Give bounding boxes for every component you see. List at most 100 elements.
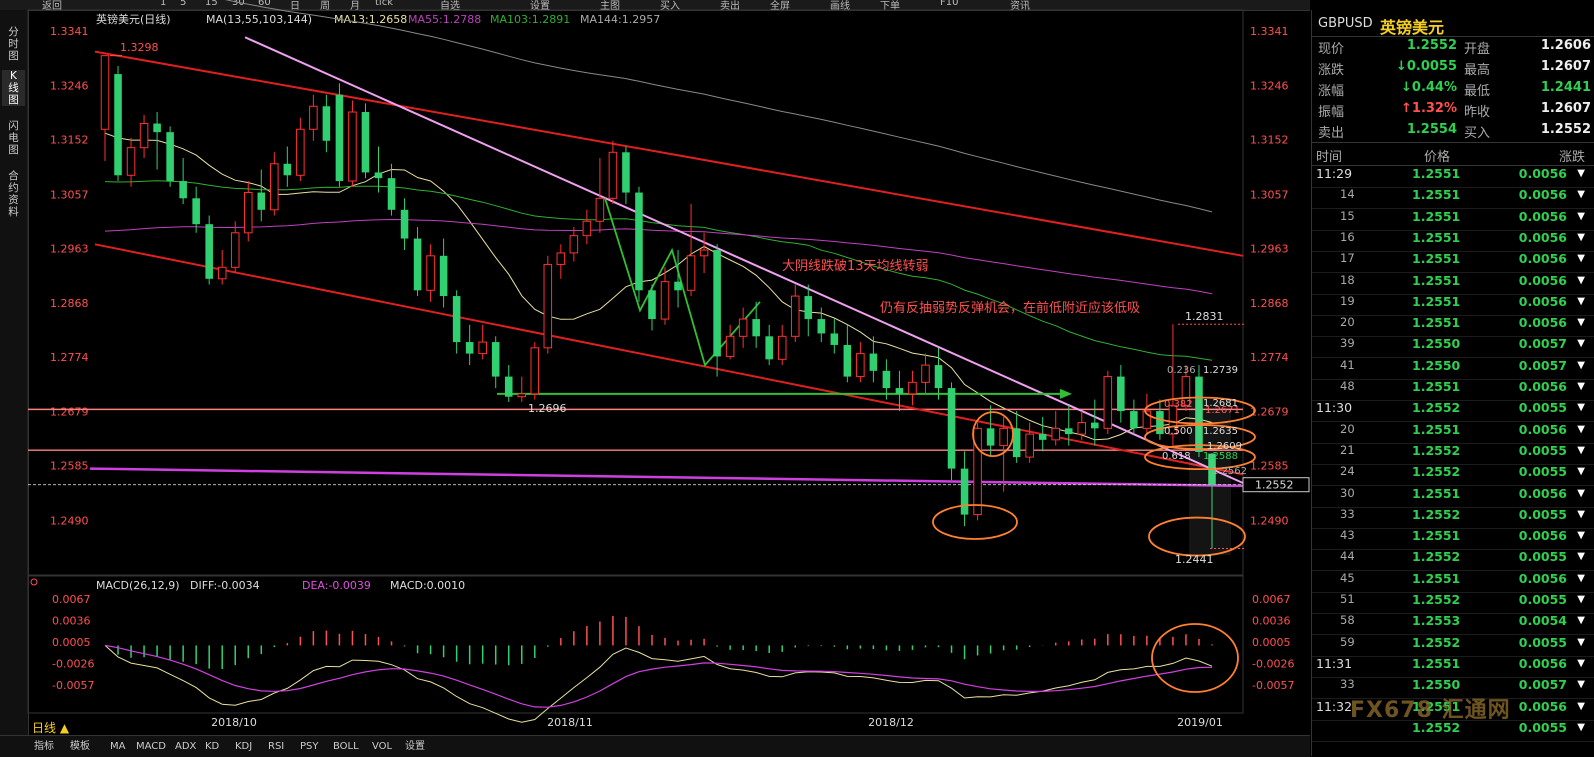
tick-price: 1.2552	[1412, 634, 1461, 650]
tick-price: 1.2551	[1412, 208, 1461, 224]
candle-body	[556, 252, 566, 265]
quote-label: 最低	[1464, 84, 1491, 99]
tick-time: 11:30	[1316, 400, 1353, 416]
indicator-tab[interactable]: RSI	[268, 736, 284, 757]
quote-row: 现价 1.2552 开盘 1.2606	[1312, 38, 1594, 59]
candle-body	[569, 235, 579, 254]
indicator-tab[interactable]: 指标	[34, 736, 54, 757]
tick-price: 1.2551	[1412, 485, 1461, 501]
tick-row: 21 1.2552 0.0055 ▼	[1312, 443, 1594, 465]
tick-price: 1.2551	[1412, 251, 1461, 267]
candle-body	[725, 335, 735, 357]
candle-body	[790, 295, 800, 337]
quote-panel: GBPUSD 英镑美元 现价 1.2552 开盘 1.2606 涨跌 ↓0.0055 最高 1…	[1311, 10, 1594, 756]
candle-body	[153, 123, 161, 133]
indicator-tab[interactable]: 设置	[405, 736, 425, 757]
tick-price: 1.2551	[1412, 528, 1461, 544]
tick-change: 0.0056	[1518, 570, 1567, 586]
candle-body	[804, 296, 813, 320]
macd-legend-diff: DIFF:-0.0034	[190, 579, 260, 592]
indicator-tab[interactable]: PSY	[300, 736, 319, 757]
candle-body	[777, 335, 787, 360]
downtrend-line	[244, 36, 1244, 484]
tick-time: 24	[1340, 464, 1355, 479]
tick-row: 33 1.2552 0.0055 ▼	[1312, 507, 1594, 529]
zigzag-arrow-path	[604, 198, 761, 367]
tick-price: 1.2552	[1412, 549, 1461, 565]
down-arrow-icon: ▼	[1577, 551, 1585, 563]
indicator-tab[interactable]: KD	[205, 736, 219, 757]
tick-time: 14	[1340, 187, 1355, 202]
indicator-tab[interactable]: ADX	[175, 736, 196, 757]
fib-0500-price: 1.2635	[1203, 426, 1238, 437]
quote-label: 卖出	[1318, 126, 1345, 141]
candle-body	[126, 147, 136, 176]
macd-legend-dea: DEA:-0.0039	[302, 579, 371, 592]
tick-change: 0.0056	[1518, 187, 1567, 203]
down-arrow-icon: ▼	[1577, 381, 1585, 392]
quote-label: 现价	[1318, 42, 1345, 57]
candle-body	[595, 197, 605, 222]
tick-header-time: 时间	[1316, 150, 1343, 165]
tick-price: 1.2552	[1412, 442, 1461, 458]
indicator-tab[interactable]: 模板	[70, 736, 90, 757]
quote-label: 振幅	[1318, 105, 1345, 120]
watermark-logo: FX678 汇通网	[1350, 698, 1511, 723]
indicator-tab[interactable]: VOL	[372, 736, 392, 757]
indicator-tab[interactable]: MACD	[136, 736, 166, 757]
down-arrow-icon: ▼	[1577, 423, 1585, 435]
legend-ma55: MA55:1.2788	[408, 13, 481, 26]
tick-change: 0.0055	[1518, 592, 1567, 607]
period-button[interactable]: 日线 ▲	[32, 719, 69, 736]
candle-body	[648, 290, 656, 320]
tick-time: 43	[1340, 528, 1355, 543]
tick-time: 11:31	[1316, 655, 1353, 671]
candle-body	[608, 151, 618, 199]
tick-time: 16	[1340, 229, 1355, 244]
tick-price: 1.2552	[1412, 592, 1461, 607]
quote-value: 1.2441	[1540, 80, 1591, 95]
candle-body	[752, 319, 760, 337]
candle-body	[843, 344, 852, 377]
candle-body	[257, 192, 266, 210]
tick-row: 30 1.2551 0.0056 ▼	[1312, 486, 1594, 508]
legend-name: 英镑美元(日线)	[96, 12, 171, 26]
price-axis-right-label: 1.2868	[1250, 297, 1289, 310]
candle-body	[999, 427, 1008, 447]
candle-body	[686, 255, 696, 291]
macd-dea-line	[104, 644, 1213, 708]
indicator-tab[interactable]: MA	[110, 736, 125, 757]
down-arrow-icon: ▼	[1577, 253, 1585, 265]
candle-body	[830, 333, 839, 345]
macd-axis-left-label: -0.0026	[52, 657, 94, 670]
candle-body	[738, 318, 748, 337]
tick-change: 0.0057	[1518, 357, 1567, 373]
down-arrow-icon: ▼	[1577, 402, 1585, 414]
tick-row: 41 1.2550 0.0057 ▼	[1312, 358, 1594, 380]
tick-time: 39	[1340, 336, 1355, 351]
candle-body	[230, 232, 240, 268]
candle-body	[452, 296, 461, 343]
candle-body	[374, 172, 383, 179]
candle-body	[296, 128, 305, 176]
candle-body	[361, 112, 370, 173]
fib-0618-price: 1.2588	[1203, 451, 1238, 462]
candle-body	[947, 388, 956, 469]
down-arrow-icon: ▼	[1577, 594, 1585, 605]
tick-change: 0.0055	[1518, 442, 1567, 458]
tick-time: 11:32	[1316, 698, 1353, 714]
tick-change: 0.0056	[1518, 379, 1567, 394]
candle-body	[1025, 433, 1034, 458]
tick-time: 15	[1340, 208, 1355, 223]
x-axis-label: 2018/11	[547, 716, 593, 729]
indicator-tab[interactable]: KDJ	[235, 736, 252, 757]
candle-body	[1156, 411, 1164, 435]
candle-body	[139, 123, 149, 149]
tick-time: 45	[1340, 570, 1355, 585]
candle-body	[322, 106, 331, 141]
tick-change: 0.0056	[1518, 698, 1567, 714]
indicator-tab[interactable]: BOLL	[333, 736, 359, 757]
tick-change: 0.0056	[1518, 229, 1567, 245]
candle-body	[1117, 376, 1125, 412]
indicator-tabs: 指标 模板 MA MACD ADX KD KDJ RSI PSY BOLL VOL 设置	[0, 735, 1310, 757]
